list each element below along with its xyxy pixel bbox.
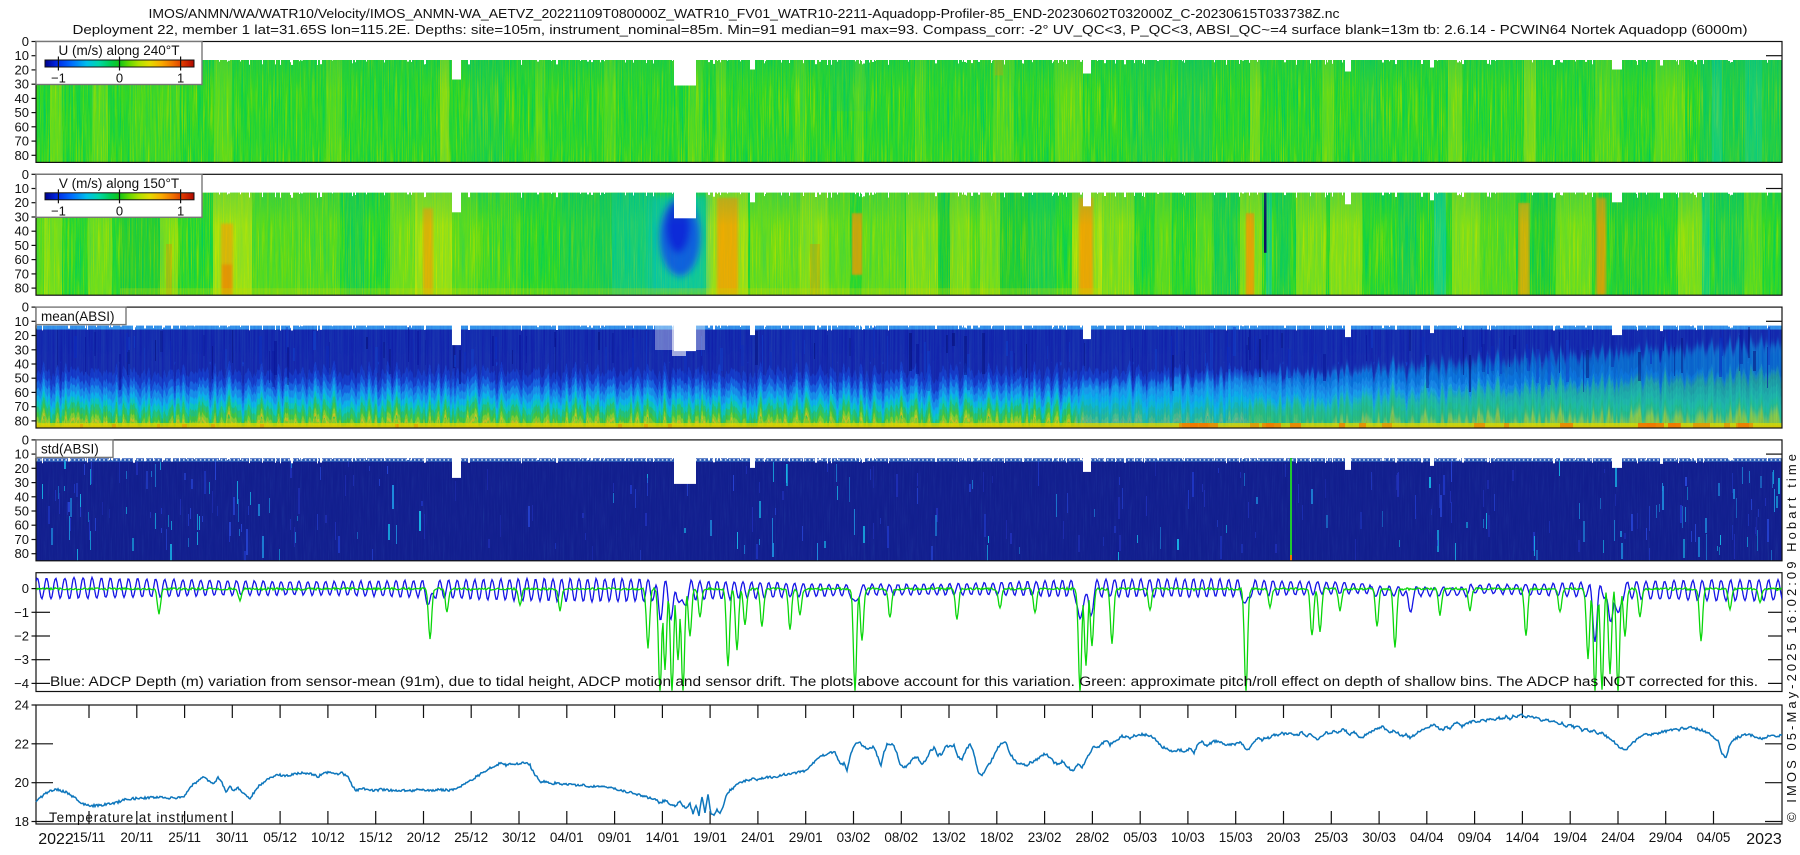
svg-text:24/01: 24/01 [741, 830, 775, 845]
svg-text:2023: 2023 [1746, 831, 1782, 848]
svg-text:1: 1 [177, 203, 184, 218]
svg-text:30/11: 30/11 [216, 830, 249, 845]
svg-text:30: 30 [15, 77, 29, 92]
svg-text:© IMOS 05-May-2025 16:02:09 Ho: © IMOS 05-May-2025 16:02:09 Hobart time [1784, 454, 1799, 822]
svg-text:29/01: 29/01 [789, 830, 823, 845]
svg-text:18/02: 18/02 [980, 830, 1014, 845]
svg-text:40: 40 [15, 357, 29, 372]
svg-text:30: 30 [15, 342, 29, 357]
svg-text:0: 0 [116, 203, 123, 218]
svg-text:13/02: 13/02 [932, 830, 966, 845]
svg-text:−4: −4 [14, 676, 29, 691]
svg-text:05/03: 05/03 [1123, 830, 1157, 845]
svg-text:1: 1 [177, 71, 184, 86]
svg-text:60: 60 [15, 252, 29, 267]
svg-text:10: 10 [15, 314, 29, 329]
svg-text:04/05: 04/05 [1697, 830, 1731, 845]
svg-text:30: 30 [15, 210, 29, 225]
svg-text:U (m/s) along 240°T: U (m/s) along 240°T [59, 43, 180, 58]
svg-text:0: 0 [22, 581, 29, 596]
svg-text:19/04: 19/04 [1553, 830, 1587, 845]
svg-text:15/12: 15/12 [359, 830, 393, 845]
svg-text:70: 70 [15, 399, 29, 414]
svg-text:Deployment 22, member 1 lat=31: Deployment 22, member 1 lat=31.65S lon=1… [73, 22, 1748, 37]
svg-text:15/11: 15/11 [73, 830, 106, 845]
svg-text:03/02: 03/02 [837, 830, 871, 845]
svg-text:20: 20 [15, 195, 29, 210]
svg-text:29/04: 29/04 [1649, 830, 1683, 845]
svg-text:08/02: 08/02 [884, 830, 918, 845]
svg-text:IMOS/ANMN/WA/WATR10/Velocity/I: IMOS/ANMN/WA/WATR10/Velocity/IMOS_ANMN-W… [149, 6, 1341, 21]
svg-text:2022: 2022 [38, 831, 74, 848]
svg-text:24: 24 [15, 698, 29, 713]
svg-text:30/12: 30/12 [502, 830, 536, 845]
svg-text:20: 20 [15, 328, 29, 343]
svg-text:25/12: 25/12 [454, 830, 488, 845]
svg-text:70: 70 [15, 532, 29, 547]
svg-text:80: 80 [15, 148, 29, 163]
svg-text:05/12: 05/12 [263, 830, 297, 845]
svg-text:20: 20 [15, 62, 29, 77]
svg-text:30/03: 30/03 [1362, 830, 1396, 845]
svg-text:04/04: 04/04 [1410, 830, 1444, 845]
svg-text:40: 40 [15, 224, 29, 239]
svg-text:50: 50 [15, 238, 29, 253]
svg-text:30: 30 [15, 475, 29, 490]
svg-text:80: 80 [15, 413, 29, 428]
svg-text:28/02: 28/02 [1076, 830, 1110, 845]
svg-text:19/01: 19/01 [693, 830, 727, 845]
svg-text:10/03: 10/03 [1171, 830, 1205, 845]
svg-text:0: 0 [22, 300, 29, 315]
svg-text:40: 40 [15, 489, 29, 504]
svg-text:V (m/s) along 150°T: V (m/s) along 150°T [59, 176, 179, 191]
svg-text:−1: −1 [51, 203, 66, 218]
svg-text:80: 80 [15, 281, 29, 296]
svg-text:0: 0 [116, 71, 123, 86]
svg-text:60: 60 [15, 385, 29, 400]
svg-text:80: 80 [15, 546, 29, 561]
svg-text:−1: −1 [51, 71, 66, 86]
svg-text:20: 20 [15, 775, 29, 790]
svg-text:22: 22 [15, 736, 29, 751]
svg-text:40: 40 [15, 91, 29, 106]
svg-text:50: 50 [15, 504, 29, 519]
svg-text:14/01: 14/01 [646, 830, 680, 845]
svg-text:std(ABSI): std(ABSI) [41, 442, 99, 457]
svg-text:0: 0 [22, 34, 29, 49]
svg-text:70: 70 [15, 266, 29, 281]
svg-text:18: 18 [15, 814, 29, 829]
svg-text:60: 60 [15, 518, 29, 533]
svg-text:mean(ABSI): mean(ABSI) [41, 309, 115, 324]
svg-text:10: 10 [15, 447, 29, 462]
svg-text:14/04: 14/04 [1506, 830, 1540, 845]
svg-text:10: 10 [15, 48, 29, 63]
svg-text:15/03: 15/03 [1219, 830, 1253, 845]
svg-text:09/04: 09/04 [1458, 830, 1492, 845]
svg-text:10/12: 10/12 [311, 830, 345, 845]
svg-text:−1: −1 [14, 605, 29, 620]
svg-text:20: 20 [15, 461, 29, 476]
svg-text:70: 70 [15, 134, 29, 149]
svg-text:04/01: 04/01 [550, 830, 584, 845]
svg-text:25/11: 25/11 [168, 830, 201, 845]
svg-text:25/03: 25/03 [1314, 830, 1348, 845]
svg-text:−2: −2 [14, 629, 29, 644]
svg-text:20/12: 20/12 [407, 830, 441, 845]
svg-text:0: 0 [22, 432, 29, 447]
svg-text:Blue: ADCP Depth (m) variation: Blue: ADCP Depth (m) variation from sens… [50, 674, 1758, 689]
svg-text:10: 10 [15, 181, 29, 196]
svg-text:09/01: 09/01 [598, 830, 632, 845]
svg-text:Temperature at instrument: Temperature at instrument [49, 810, 227, 825]
svg-text:50: 50 [15, 371, 29, 386]
svg-text:60: 60 [15, 119, 29, 134]
svg-text:23/02: 23/02 [1028, 830, 1062, 845]
svg-text:20/11: 20/11 [120, 830, 153, 845]
svg-text:−3: −3 [14, 652, 29, 667]
svg-text:0: 0 [22, 167, 29, 182]
svg-text:50: 50 [15, 105, 29, 120]
svg-text:20/03: 20/03 [1267, 830, 1301, 845]
svg-text:24/04: 24/04 [1601, 830, 1635, 845]
